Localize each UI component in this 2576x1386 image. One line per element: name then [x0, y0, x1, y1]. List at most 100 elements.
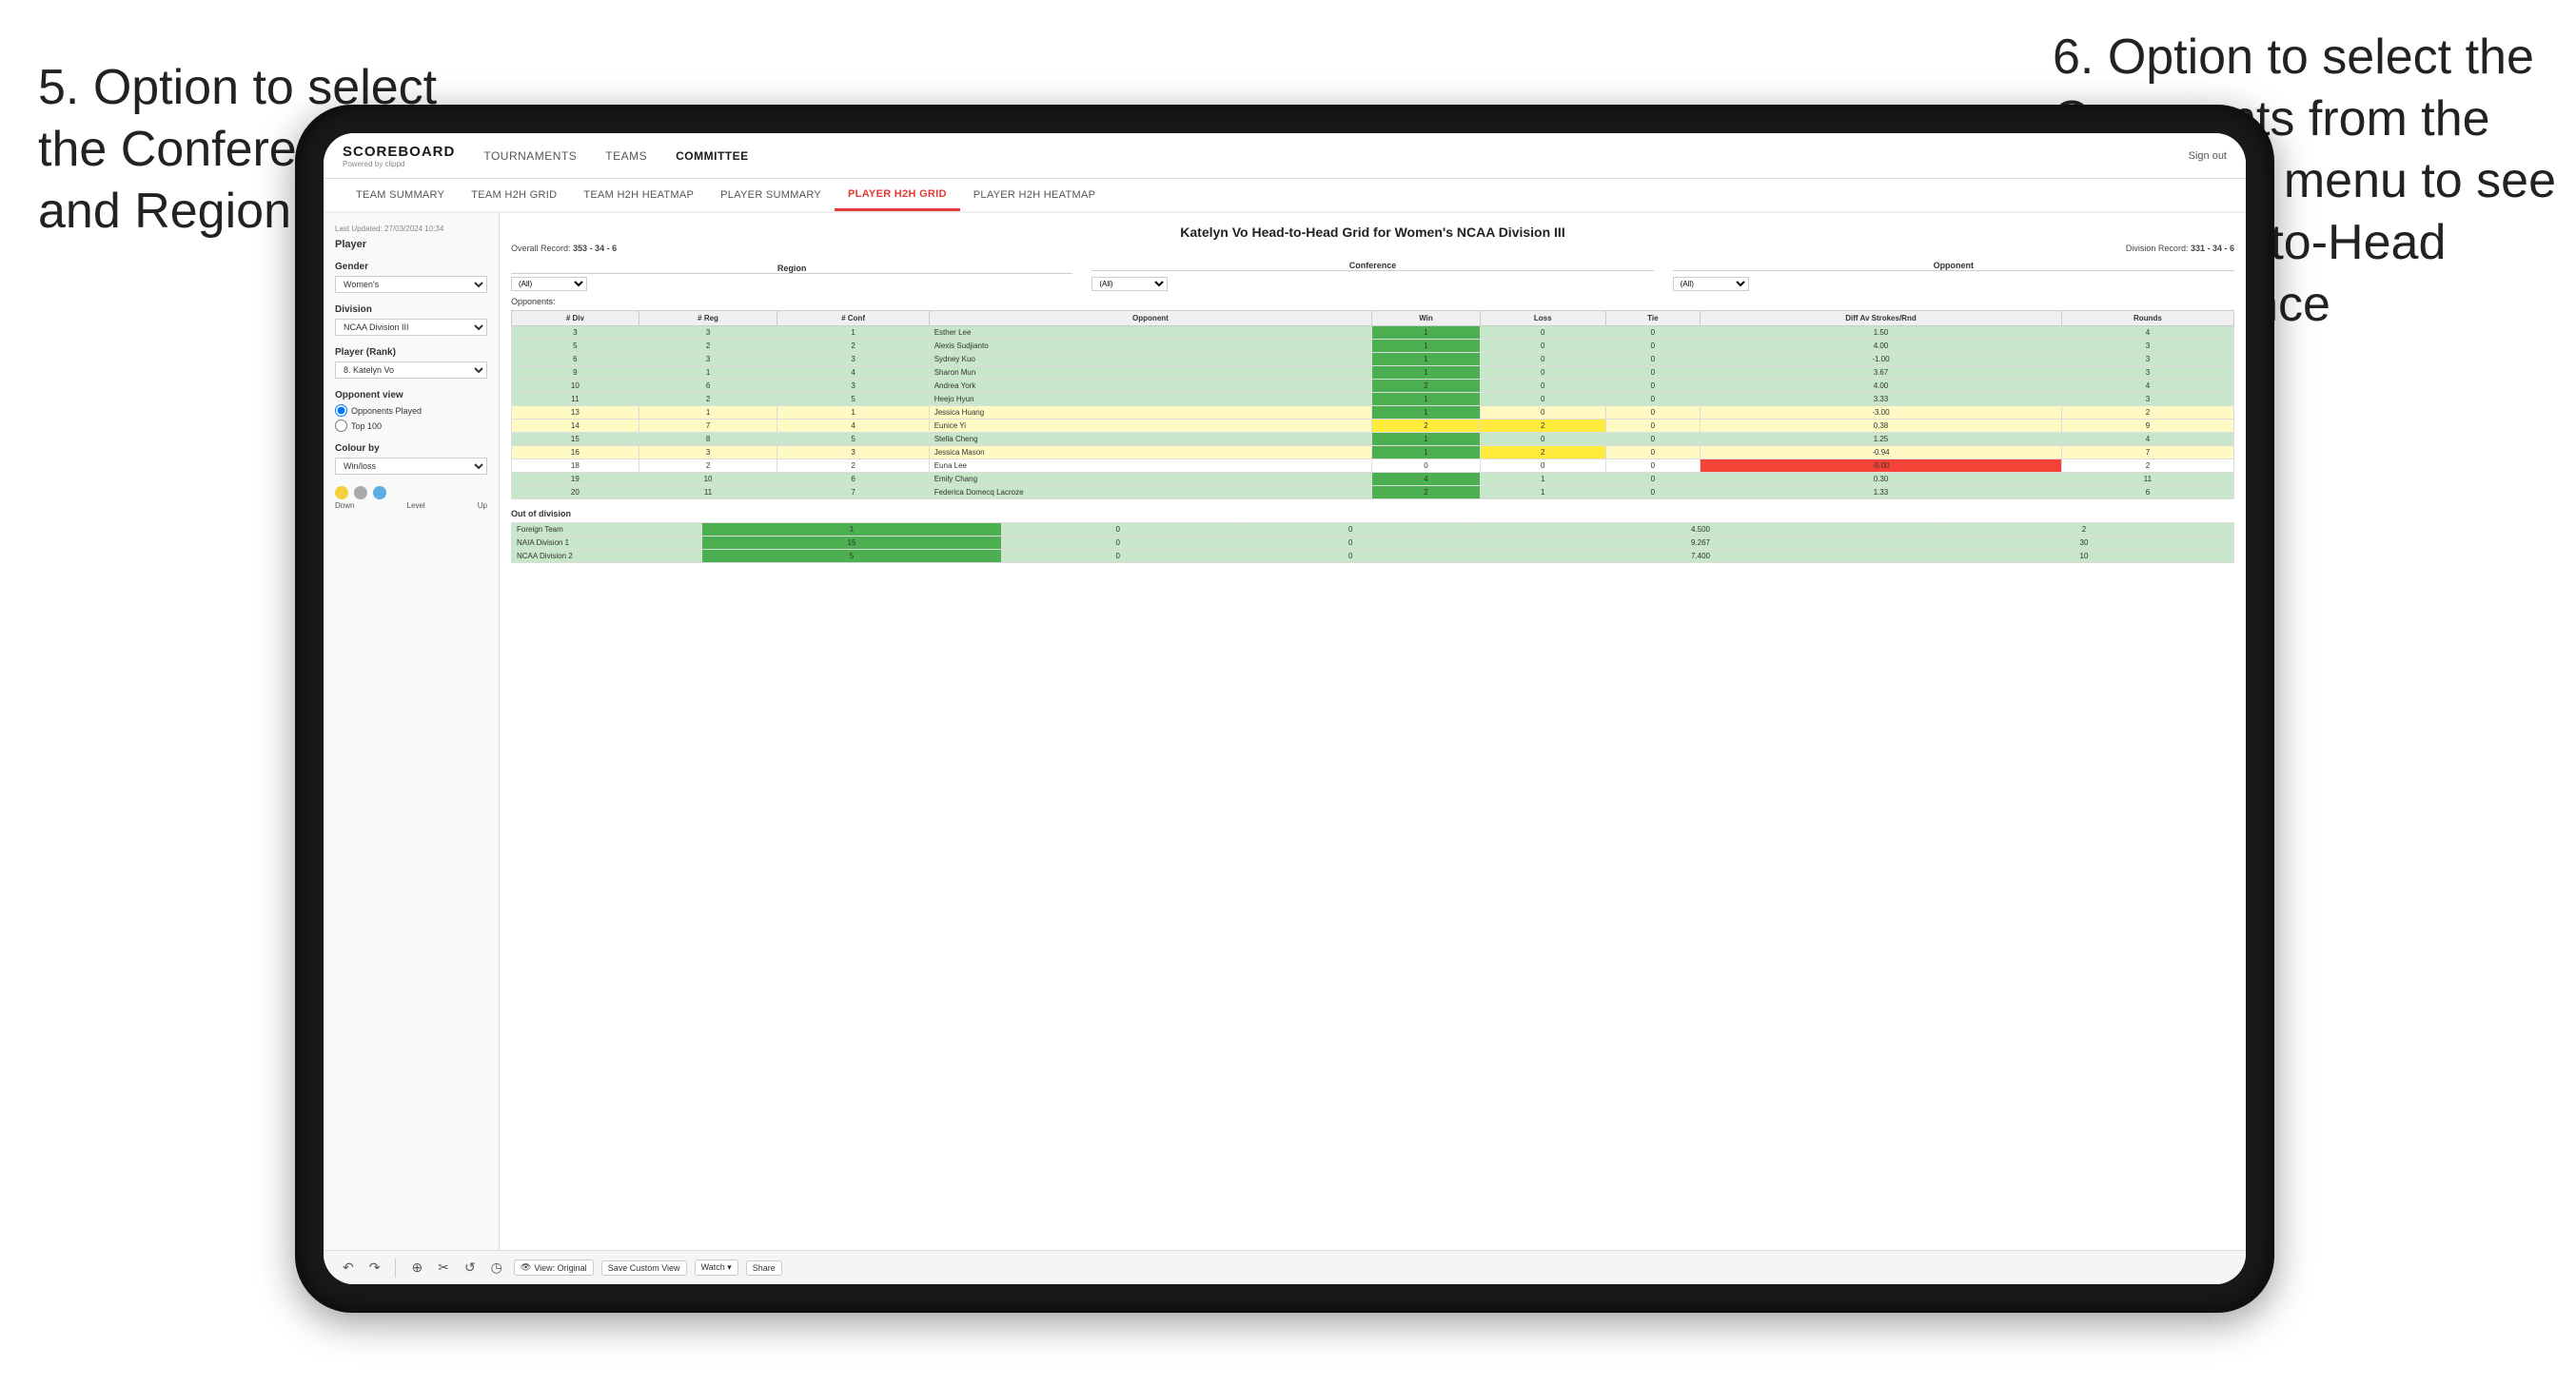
sidebar-colour-by-select[interactable]: Win/loss — [335, 458, 487, 475]
col-header-tie: Tie — [1605, 311, 1701, 326]
nav-teams[interactable]: TEAMS — [605, 146, 647, 166]
color-dot-down — [335, 486, 348, 499]
share-btn[interactable]: Share — [746, 1260, 782, 1276]
table-row: 1822 Euna Lee 000 -5.002 — [512, 459, 2234, 473]
table-row: 1311 Jessica Huang 100 -3.002 — [512, 406, 2234, 420]
sidebar-gender-select[interactable]: Women's — [335, 276, 487, 293]
region-filter-row: (All) — [511, 277, 1072, 291]
sidebar-player-title: Player — [335, 239, 487, 250]
opponent-filter-select[interactable]: (All) — [1673, 277, 1749, 291]
sidebar-opponent-view-label: Opponent view — [335, 390, 487, 400]
records-row: Overall Record: 353 - 34 - 6 Division Re… — [511, 244, 2234, 253]
main-data-table: # Div # Reg # Conf Opponent Win Loss Tie… — [511, 310, 2234, 499]
sidebar-gender-label: Gender — [335, 262, 487, 272]
color-label-down: Down — [335, 501, 354, 510]
table-row: 914 Sharon Mun 100 3.673 — [512, 366, 2234, 380]
logo-area: SCOREBOARD Powered by clippd — [343, 144, 455, 168]
grid-content: Katelyn Vo Head-to-Head Grid for Women's… — [500, 213, 2246, 1284]
table-row: 1125 Heejo Hyun 100 3.333 — [512, 393, 2234, 406]
col-header-div: # Div — [512, 311, 639, 326]
filter-region-col: Region (All) — [511, 264, 1072, 291]
main-content: Last Updated: 27/03/2024 10:34 Player Ge… — [324, 213, 2246, 1284]
logo-sub: Powered by clippd — [343, 160, 455, 168]
col-header-diff: Diff Av Strokes/Rnd — [1701, 311, 2062, 326]
grid-title: Katelyn Vo Head-to-Head Grid for Women's… — [511, 224, 2234, 240]
overall-record: Overall Record: 353 - 34 - 6 — [511, 244, 617, 253]
sidebar-division-select[interactable]: NCAA Division III — [335, 319, 487, 336]
sub-nav-player-summary[interactable]: PLAYER SUMMARY — [707, 179, 835, 211]
sidebar-division-section: Division NCAA Division III — [335, 304, 487, 336]
opponent-header: Opponent — [1673, 261, 2234, 271]
sidebar-opponent-view-section: Opponent view Opponents Played Top 100 — [335, 390, 487, 432]
sidebar-division-label: Division — [335, 304, 487, 315]
last-updated: Last Updated: 27/03/2024 10:34 — [335, 224, 487, 233]
sub-nav-team-h2h-grid[interactable]: TEAM H2H GRID — [458, 179, 570, 211]
table-row: 1474 Eunice Yi 220 0.389 — [512, 420, 2234, 433]
sub-nav-team-h2h-heatmap[interactable]: TEAM H2H HEATMAP — [570, 179, 707, 211]
conference-header: Conference — [1091, 261, 1653, 271]
sidebar-player-rank-select[interactable]: 8. Katelyn Vo — [335, 361, 487, 379]
bottom-toolbar: ↶ ↷ ⊕ ✂ ↺ ◷ 👁 View: Original Save Custom… — [500, 1250, 2246, 1284]
out-of-division: Out of division Foreign Team 100 4.5002 … — [511, 509, 2234, 563]
region-header: Region — [511, 264, 1072, 274]
color-dot-up — [373, 486, 386, 499]
sub-nav-player-h2h-heatmap[interactable]: PLAYER H2H HEATMAP — [960, 179, 1109, 211]
sidebar-radio-opponents-played[interactable]: Opponents Played — [335, 404, 487, 417]
logo-text: SCOREBOARD — [343, 144, 455, 160]
sub-nav-team-summary[interactable]: TEAM SUMMARY — [343, 179, 458, 211]
sub-nav: TEAM SUMMARY TEAM H2H GRID TEAM H2H HEAT… — [324, 179, 2246, 213]
table-row: 20117 Federica Domecq Lacroze 210 1.336 — [512, 486, 2234, 499]
color-dot-level — [354, 486, 367, 499]
filters-row: Region (All) Conference (All) — [511, 261, 2234, 291]
header-right: Sign out — [2189, 150, 2227, 162]
save-custom-btn[interactable]: Save Custom View — [601, 1260, 687, 1276]
table-row: 19106 Emily Chang 410 0.3011 — [512, 473, 2234, 486]
watch-btn[interactable]: Watch ▾ — [695, 1259, 738, 1276]
clock-btn[interactable]: ◷ — [500, 1258, 506, 1278]
sign-out-link[interactable]: Sign out — [2189, 150, 2227, 162]
sidebar-radio-top100[interactable]: Top 100 — [335, 420, 487, 432]
opponents-label-row: Opponents: — [511, 297, 2234, 306]
sidebar-gender-section: Gender Women's — [335, 262, 487, 293]
sidebar-player-rank-label: Player (Rank) — [335, 347, 487, 358]
sidebar-player-section: Player — [335, 239, 487, 250]
col-header-opponent: Opponent — [929, 311, 1371, 326]
view-icon: 👁 — [521, 1262, 531, 1273]
view-original-btn[interactable]: 👁 View: Original — [514, 1259, 594, 1276]
color-label-up: Up — [478, 501, 487, 510]
table-row: 331 Esther Lee 100 1.504 — [512, 326, 2234, 340]
out-of-division-table: Foreign Team 100 4.5002 NAIA Division 1 … — [511, 522, 2234, 563]
table-row: 1633 Jessica Mason 120 -0.947 — [512, 446, 2234, 459]
table-row: 1585 Stella Cheng 100 1.254 — [512, 433, 2234, 446]
tablet-screen: SCOREBOARD Powered by clippd TOURNAMENTS… — [324, 133, 2246, 1284]
filter-opponent-col: Opponent (All) — [1673, 261, 2234, 291]
sub-nav-player-h2h-grid[interactable]: PLAYER H2H GRID — [835, 179, 960, 211]
sidebar-radio-group: Opponents Played Top 100 — [335, 404, 487, 432]
tablet-device: SCOREBOARD Powered by clippd TOURNAMENTS… — [295, 105, 2274, 1313]
color-labels: Down Level Up — [335, 501, 487, 510]
col-header-win: Win — [1372, 311, 1481, 326]
out-of-div-row: NAIA Division 1 1500 9.26730 — [512, 537, 2234, 550]
col-header-rounds: Rounds — [2061, 311, 2233, 326]
out-of-division-title: Out of division — [511, 509, 2234, 518]
col-header-loss: Loss — [1480, 311, 1605, 326]
out-of-div-row: NCAA Division 2 500 7.40010 — [512, 550, 2234, 563]
table-row: 633 Sydney Kuo 100 -1.003 — [512, 353, 2234, 366]
conference-filter-select[interactable]: (All) — [1091, 277, 1168, 291]
region-filter-select[interactable]: (All) — [511, 277, 587, 291]
color-label-level: Level — [407, 501, 425, 510]
sidebar-colour-by-label: Colour by — [335, 443, 487, 454]
color-legend — [335, 486, 487, 499]
sidebar: Last Updated: 27/03/2024 10:34 Player Ge… — [324, 213, 500, 1284]
nav-committee[interactable]: COMMITTEE — [676, 146, 749, 166]
out-of-div-row: Foreign Team 100 4.5002 — [512, 523, 2234, 537]
col-header-reg: # Reg — [639, 311, 777, 326]
filter-conference-col: Conference (All) — [1091, 261, 1653, 291]
col-header-conf: # Conf — [777, 311, 929, 326]
nav-tournaments[interactable]: TOURNAMENTS — [483, 146, 577, 166]
table-row: 522 Alexis Sudjianto 100 4.003 — [512, 340, 2234, 353]
nav-items: TOURNAMENTS TEAMS COMMITTEE — [483, 146, 2188, 166]
app-header: SCOREBOARD Powered by clippd TOURNAMENTS… — [324, 133, 2246, 179]
sidebar-player-rank-section: Player (Rank) 8. Katelyn Vo — [335, 347, 487, 379]
sidebar-colour-by-section: Colour by Win/loss — [335, 443, 487, 475]
